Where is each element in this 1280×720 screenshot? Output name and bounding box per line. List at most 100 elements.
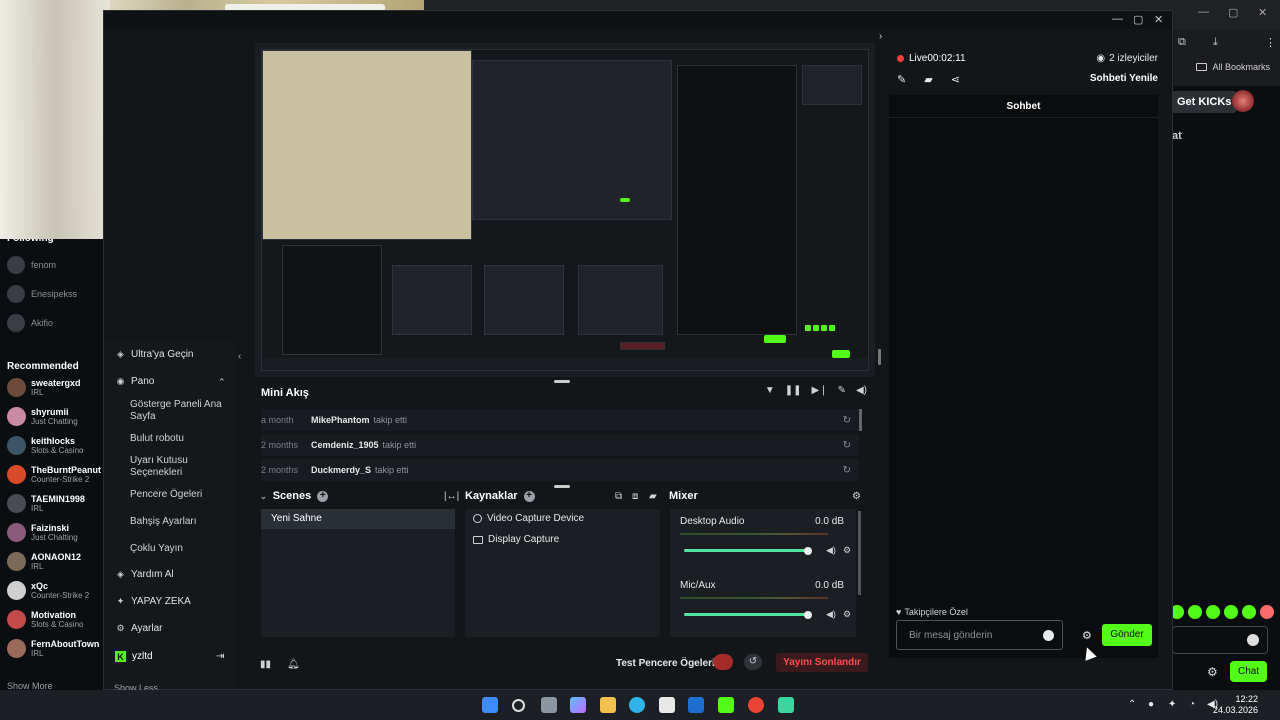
add-source-icon[interactable]: + bbox=[523, 490, 535, 502]
start-icon[interactable] bbox=[482, 697, 498, 713]
user-avatar[interactable] bbox=[1232, 90, 1254, 112]
volume-slider[interactable] bbox=[684, 613, 808, 616]
app-close-icon[interactable]: ✕ bbox=[1154, 13, 1163, 26]
mixer-settings-icon[interactable]: ⚙ bbox=[852, 491, 861, 502]
recommended-channel[interactable]: Faizinski Just Chatting bbox=[7, 523, 78, 542]
nav-help[interactable]: ◈ Yardım Al bbox=[115, 569, 174, 580]
video-icon[interactable]: ▰ bbox=[924, 73, 932, 86]
kick-app-icon[interactable] bbox=[718, 697, 734, 713]
test-widgets-label[interactable]: Test Pencere Ögeleri bbox=[616, 658, 715, 669]
tray-app-icon[interactable]: ● bbox=[1148, 699, 1154, 710]
mute-icon[interactable]: ◀) bbox=[826, 609, 836, 620]
nav-sub-home[interactable]: Gösterge Paneli Ana Sayfa bbox=[130, 399, 225, 423]
scene-item[interactable]: Yeni Sahne bbox=[261, 509, 455, 529]
extension-icon[interactable]: ⧉ bbox=[1178, 36, 1186, 49]
mute-alerts-icon[interactable]: ✎ bbox=[838, 385, 846, 396]
get-kicks-button[interactable]: Get KICKs bbox=[1171, 91, 1238, 113]
split-handle[interactable] bbox=[878, 349, 881, 365]
all-bookmarks-link[interactable]: All Bookmarks bbox=[1196, 62, 1270, 72]
feed-user[interactable]: Duckmerdy_S bbox=[311, 465, 371, 475]
nav-upgrade[interactable]: ◈ Ultra'ya Geçin bbox=[115, 349, 193, 360]
nav-dashboard[interactable]: ◉ Pano bbox=[115, 376, 155, 387]
feed-user[interactable]: MikePhantom bbox=[311, 415, 370, 425]
resize-handle[interactable] bbox=[554, 485, 570, 488]
emote-icon[interactable] bbox=[1206, 605, 1220, 619]
chrome-icon[interactable] bbox=[748, 697, 764, 713]
store-icon[interactable] bbox=[659, 697, 675, 713]
nav-settings[interactable]: ⚙ Ayarlar bbox=[115, 623, 162, 634]
menu-icon[interactable]: ⋮ bbox=[1265, 36, 1276, 49]
emote-icon[interactable] bbox=[1188, 605, 1202, 619]
search-icon[interactable] bbox=[512, 699, 525, 712]
browser-close-icon[interactable]: ✕ bbox=[1258, 6, 1267, 19]
tray-chevron-icon[interactable]: ⌃ bbox=[1128, 699, 1136, 710]
emote-icon[interactable] bbox=[1224, 605, 1238, 619]
recommended-channel[interactable]: TheBurntPeanut Counter-Strike 2 bbox=[7, 465, 101, 484]
chat-button[interactable]: Chat bbox=[1230, 661, 1268, 682]
nav-sub-alertbox[interactable]: Uyarı Kutusu Seçenekleri bbox=[130, 455, 225, 479]
following-item[interactable]: Enesipekss bbox=[7, 285, 77, 303]
nav-sub-multistream[interactable]: Çoklu Yayın bbox=[130, 543, 225, 555]
record-button[interactable] bbox=[713, 654, 733, 670]
volume-knob[interactable] bbox=[804, 547, 812, 555]
volume-knob[interactable] bbox=[804, 611, 812, 619]
wifi-icon[interactable]: ◔ bbox=[1189, 699, 1195, 710]
source-item[interactable]: Video Capture Device bbox=[473, 513, 584, 524]
share-icon[interactable]: ⋖ bbox=[951, 73, 960, 86]
volume-icon[interactable]: ◀) bbox=[856, 385, 867, 396]
end-stream-button[interactable]: Yayını Sonlandır bbox=[776, 653, 868, 672]
recommended-channel[interactable]: sweatergxd IRL bbox=[7, 378, 81, 397]
recommended-channel[interactable]: Motivation Slots & Casino bbox=[7, 610, 83, 629]
nav-sub-cloudbot[interactable]: Bulut robotu bbox=[130, 433, 225, 445]
download-icon[interactable]: ⤓ bbox=[1213, 36, 1218, 49]
scene-transition-icon[interactable]: |↔| bbox=[444, 491, 459, 502]
nav-sub-tips[interactable]: Bahşiş Ayarları bbox=[130, 516, 225, 528]
chevron-up-icon[interactable]: ⌃ bbox=[218, 377, 226, 388]
edit-icon[interactable]: ✎ bbox=[897, 73, 906, 86]
nav-sub-widgets[interactable]: Pencere Ögeleri bbox=[130, 489, 225, 501]
collapse-chat-icon[interactable]: › bbox=[879, 31, 882, 42]
source-item[interactable]: Display Capture bbox=[473, 534, 559, 545]
replay-icon[interactable]: ↻ bbox=[843, 465, 851, 476]
user-account[interactable]: K yzltd bbox=[115, 651, 153, 662]
browser-minimize-icon[interactable]: — bbox=[1198, 6, 1209, 18]
chevron-down-icon[interactable]: ⌄ bbox=[260, 492, 267, 501]
replay-buffer-icon[interactable]: ↺ bbox=[744, 654, 762, 670]
nav-ai[interactable]: ✦ YAPAY ZEKA bbox=[115, 596, 191, 607]
skip-icon[interactable]: ▶❘ bbox=[812, 385, 828, 396]
source-settings-icon[interactable]: ⧉ bbox=[615, 491, 622, 502]
filter-icon[interactable]: ▼ bbox=[765, 385, 775, 396]
pause-icon[interactable]: ❚❚ bbox=[785, 385, 802, 396]
recommended-channel[interactable]: xQc Counter-Strike 2 bbox=[7, 581, 89, 600]
send-button[interactable]: Gönder bbox=[1102, 624, 1152, 646]
streaming-app-icon[interactable] bbox=[778, 697, 794, 713]
logout-icon[interactable]: ⇥ bbox=[216, 651, 224, 662]
mail-icon[interactable] bbox=[688, 697, 704, 713]
recommended-channel[interactable]: FernAboutTown IRL bbox=[7, 639, 99, 658]
add-scene-icon[interactable]: + bbox=[317, 490, 329, 502]
folder-icon[interactable]: ▰ bbox=[649, 491, 657, 502]
following-item[interactable]: Akifio bbox=[7, 314, 53, 332]
feed-user[interactable]: Cemdeniz_1905 bbox=[311, 440, 379, 450]
task-view-icon[interactable] bbox=[541, 697, 557, 713]
app-maximize-icon[interactable]: ▢ bbox=[1133, 13, 1143, 26]
collapse-nav-icon[interactable]: ‹ bbox=[238, 351, 241, 362]
mixer-scrollbar[interactable] bbox=[858, 511, 861, 595]
mute-icon[interactable]: ◀) bbox=[826, 545, 836, 556]
source-group-icon[interactable]: ⧈ bbox=[632, 491, 638, 502]
emoji-icon[interactable] bbox=[1043, 630, 1054, 641]
app-minimize-icon[interactable]: — bbox=[1112, 13, 1123, 25]
recommended-channel[interactable]: AONAON12 IRL bbox=[7, 552, 81, 571]
mini-feed-scrollbar[interactable] bbox=[859, 409, 862, 431]
recommended-channel[interactable]: shyrumii Just Chatting bbox=[7, 407, 78, 426]
gear-icon[interactable]: ⚙ bbox=[843, 609, 851, 620]
replay-icon[interactable]: ↻ bbox=[843, 415, 851, 426]
gear-icon[interactable]: ⚙ bbox=[843, 545, 851, 556]
message-input[interactable] bbox=[897, 621, 1037, 649]
bell-icon[interactable]: 🔔︎ bbox=[287, 659, 300, 670]
background-chat-input[interactable] bbox=[1172, 626, 1268, 654]
volume-slider[interactable] bbox=[684, 549, 808, 552]
tray-app-icon[interactable]: ✦ bbox=[1168, 699, 1176, 710]
file-explorer-icon[interactable] bbox=[600, 697, 616, 713]
recommended-channel[interactable]: TAEMIN1998 IRL bbox=[7, 494, 85, 513]
